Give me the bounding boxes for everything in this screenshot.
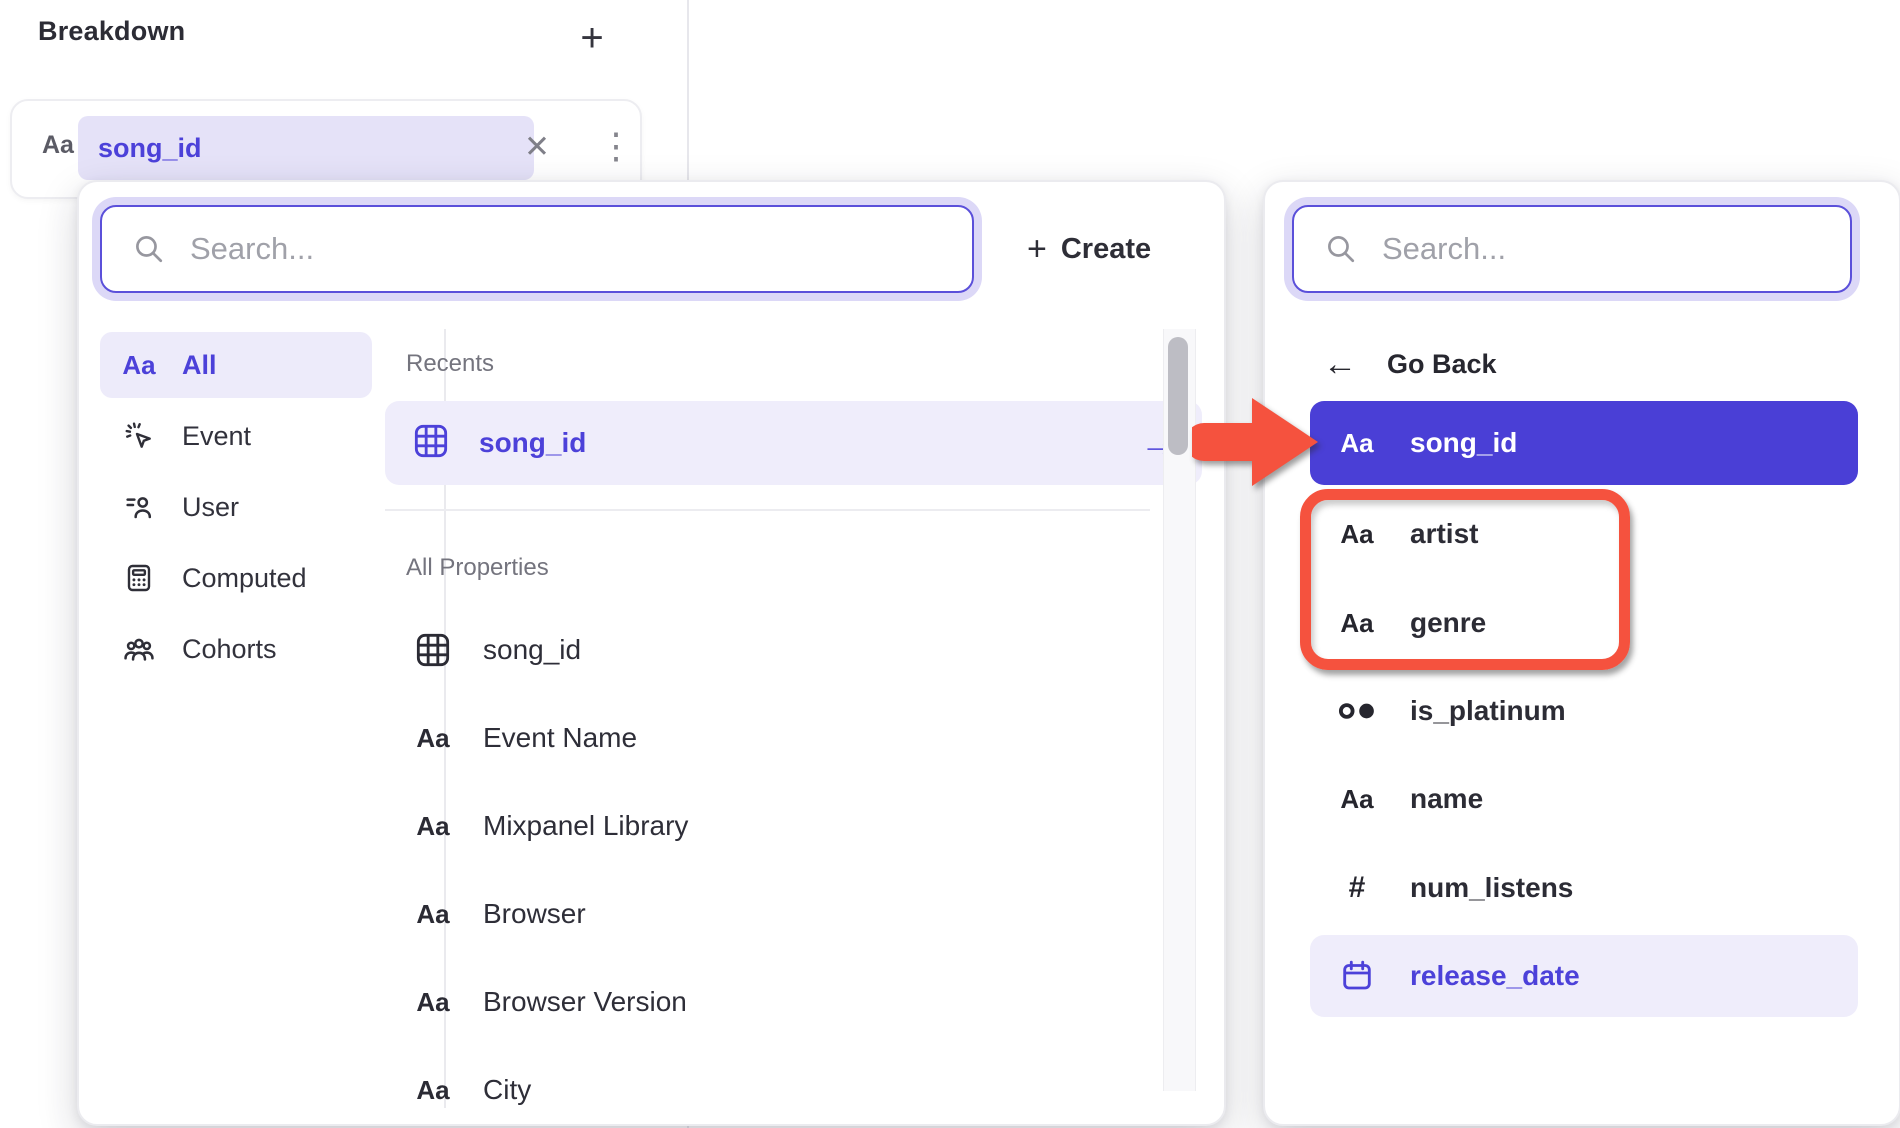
list-divider <box>385 509 1150 511</box>
breakdown-property-chip[interactable]: song_id <box>78 116 534 180</box>
category-all[interactable]: Aa All <box>100 332 372 398</box>
scrollbar-track[interactable] <box>1163 329 1196 1091</box>
search-placeholder: Search... <box>190 231 314 267</box>
table-grid-icon <box>411 630 455 670</box>
event-cursor-icon <box>120 420 158 452</box>
user-icon <box>120 491 158 523</box>
text-type-icon: Aa <box>411 987 455 1018</box>
category-event[interactable]: Event <box>100 403 372 469</box>
text-type-icon: Aa <box>42 131 74 160</box>
property-item-browser[interactable]: Aa Browser <box>385 882 1202 946</box>
property-item-city[interactable]: Aa City <box>385 1058 1202 1122</box>
search-placeholder: Search... <box>1382 231 1506 267</box>
add-breakdown-button[interactable]: + <box>562 8 622 68</box>
arrow-left-icon: ← <box>1323 345 1357 384</box>
create-button[interactable]: + Create <box>1021 214 1157 284</box>
calculator-icon <box>120 562 158 594</box>
text-type-icon: Aa <box>411 811 455 842</box>
text-type-icon: Aa <box>411 723 455 754</box>
text-type-icon: Aa <box>1334 784 1380 815</box>
search-input[interactable]: Search... <box>1292 205 1852 293</box>
property-drilldown-panel: Search... ← Go Back Aa song_id Aa artist… <box>1263 180 1900 1126</box>
property-item-release-date[interactable]: release_date <box>1310 935 1858 1017</box>
category-user[interactable]: User <box>100 474 372 540</box>
plus-icon: + <box>1027 230 1047 269</box>
search-icon <box>1324 232 1358 266</box>
boolean-type-icon <box>1334 696 1380 726</box>
text-type-icon: Aa <box>411 899 455 930</box>
text-type-icon: Aa <box>411 1075 455 1106</box>
property-item-name[interactable]: Aa name <box>1310 757 1858 841</box>
property-picker-panel: Search... + Create Aa All Event User <box>77 180 1226 1126</box>
property-item-is-platinum[interactable]: is_platinum <box>1310 669 1858 753</box>
property-item-song-id[interactable]: song_id <box>385 618 1202 682</box>
chip-value: song_id <box>98 133 202 164</box>
text-type-icon: Aa <box>1334 519 1380 550</box>
scrollbar-thumb[interactable] <box>1168 337 1188 455</box>
property-item-event-name[interactable]: Aa Event Name <box>385 706 1202 770</box>
property-item-mixpanel-library[interactable]: Aa Mixpanel Library <box>385 794 1202 858</box>
category-sidebar: Aa All Event User Computed <box>100 332 372 682</box>
cohorts-people-icon <box>120 632 158 666</box>
text-type-icon: Aa <box>120 350 158 381</box>
property-item-genre[interactable]: Aa genre <box>1310 581 1858 665</box>
screenshot-root: Breakdown + Aa song_id ✕ ⋮ Search... + C… <box>0 0 1900 1128</box>
calendar-icon <box>1334 958 1380 994</box>
recents-section-label: Recents <box>406 350 494 378</box>
recent-item-song-id[interactable]: song_id → <box>385 401 1202 485</box>
number-type-icon: # <box>1334 871 1380 905</box>
kebab-menu-icon[interactable]: ⋮ <box>598 125 634 167</box>
text-type-icon: Aa <box>1334 428 1380 459</box>
all-properties-section-label: All Properties <box>406 554 549 582</box>
text-type-icon: Aa <box>1334 608 1380 639</box>
category-cohorts[interactable]: Cohorts <box>100 616 372 682</box>
property-item-song-id[interactable]: Aa song_id <box>1310 401 1858 485</box>
search-icon <box>132 232 166 266</box>
search-input[interactable]: Search... <box>100 205 974 293</box>
table-grid-icon <box>411 421 451 466</box>
close-icon[interactable]: ✕ <box>524 129 550 165</box>
property-item-artist[interactable]: Aa artist <box>1310 492 1858 576</box>
property-item-browser-version[interactable]: Aa Browser Version <box>385 970 1202 1034</box>
category-computed[interactable]: Computed <box>100 545 372 611</box>
property-item-num-listens[interactable]: # num_listens <box>1310 846 1858 930</box>
go-back-button[interactable]: ← Go Back <box>1323 342 1497 386</box>
breakdown-section-title: Breakdown <box>38 16 185 47</box>
plus-icon: + <box>580 16 603 61</box>
